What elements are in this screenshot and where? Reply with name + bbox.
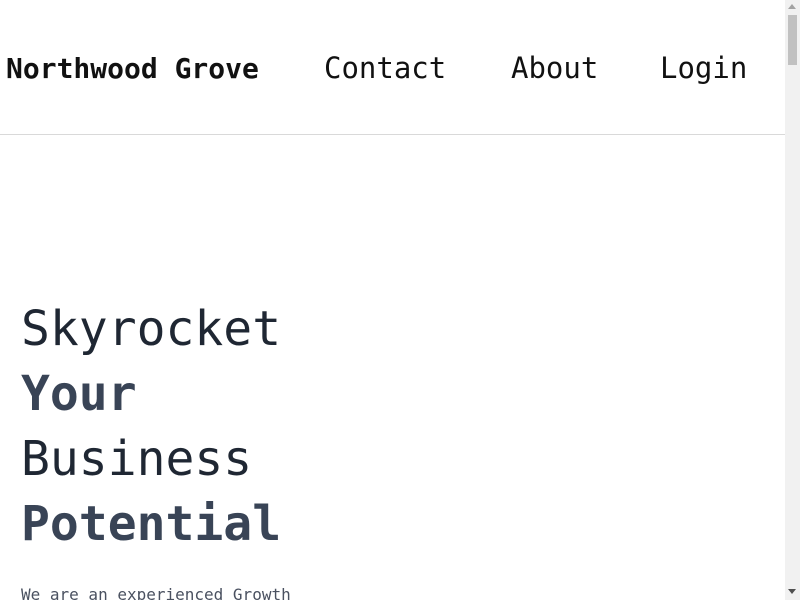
- hero-description: We are an experienced Growth: [21, 585, 291, 600]
- hero-line-4: Potential: [21, 496, 282, 552]
- vertical-scrollbar[interactable]: [785, 0, 800, 600]
- scrollbar-thumb[interactable]: [788, 15, 797, 65]
- nav-link-login[interactable]: Login: [660, 51, 747, 85]
- brand-logo-link[interactable]: Northwood Grove: [6, 52, 259, 85]
- nav-link-contact[interactable]: Contact: [324, 51, 446, 85]
- scroll-down-arrow-icon[interactable]: [788, 589, 796, 594]
- hero-line-3: Business: [21, 431, 253, 487]
- nav-link-about[interactable]: About: [511, 51, 598, 85]
- hero-line-2: Your: [21, 366, 137, 422]
- page: Northwood Grove Contact About Login Skyr…: [0, 0, 785, 600]
- hero-line-1: Skyrocket: [21, 301, 282, 357]
- scroll-up-arrow-icon[interactable]: [788, 4, 796, 9]
- navbar: Northwood Grove Contact About Login: [0, 0, 785, 135]
- hero-heading: Skyrocket Your Business Potential: [21, 297, 721, 557]
